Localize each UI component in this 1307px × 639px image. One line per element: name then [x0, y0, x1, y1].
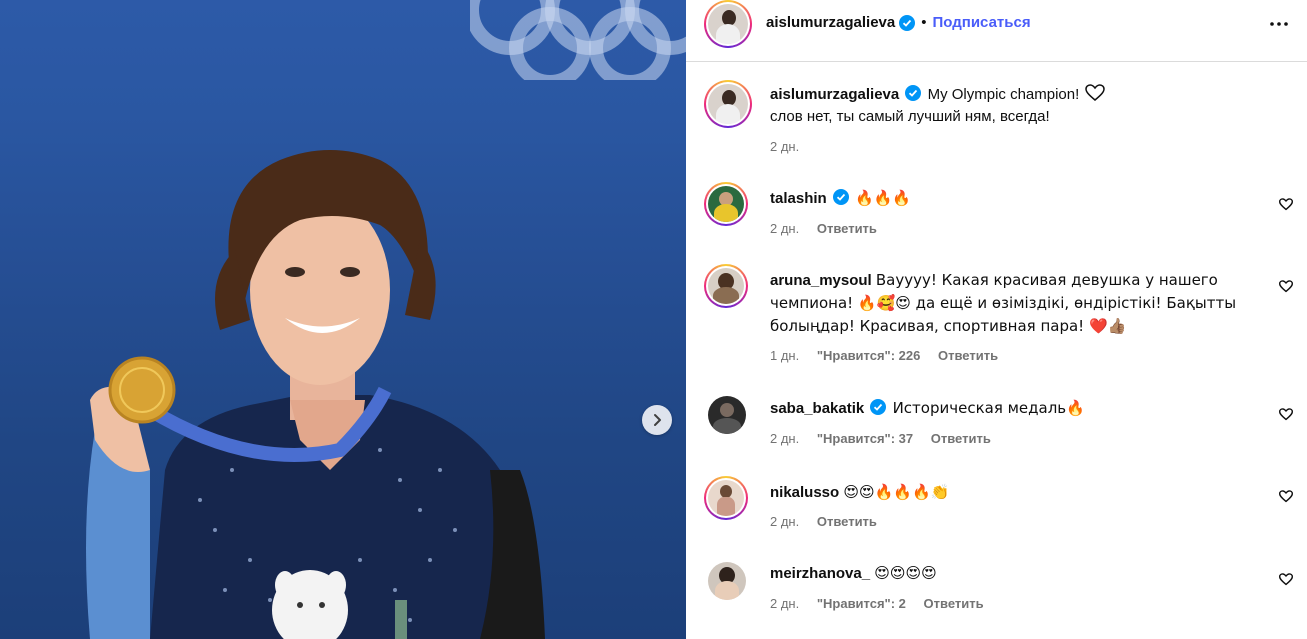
comment-body-line-3: болыңдар! Красивая, спортивная пара! ❤️👍…: [770, 317, 1127, 335]
separator-dot: •: [921, 14, 927, 31]
comment-age: 2 дн.: [770, 431, 800, 446]
post-header: aislumurzagalieva • Подписаться: [686, 0, 1307, 62]
comment-text: aruna_mysoul Вауууу! Какая красивая деву…: [770, 269, 1236, 338]
caption-line-1: My Olympic champion!: [927, 86, 1080, 103]
follow-button[interactable]: Подписаться: [933, 14, 1031, 31]
author-avatar-ring[interactable]: [704, 0, 752, 48]
caption-text: aislumurzagalieva My Olympic champion! с…: [770, 84, 1106, 128]
commenter-avatar-ring[interactable]: [704, 476, 748, 520]
reply-button[interactable]: Ответить: [938, 348, 998, 363]
commenter-avatar: [708, 268, 744, 304]
post-caption: aislumurzagalieva My Olympic champion! с…: [686, 80, 1307, 160]
reply-button[interactable]: Ответить: [817, 514, 877, 529]
caption-line-2: слов нет, ты самый лучший ням, всегда!: [770, 108, 1050, 125]
next-slide-button[interactable]: [642, 405, 672, 435]
comment-text: talashin 🔥🔥🔥: [770, 187, 911, 210]
heart-outline-icon: [1085, 84, 1106, 101]
author-username[interactable]: aislumurzagalieva: [766, 14, 895, 31]
verified-badge-icon: [899, 14, 916, 31]
comment-body: 😍😍😍😍: [874, 564, 937, 582]
comment-meta: 2 дн. "Нравится": 37 Ответить: [770, 431, 1005, 446]
heart-outline-icon[interactable]: [1279, 280, 1293, 293]
commenter-avatar-ring[interactable]: [704, 182, 748, 226]
comment-body: 😍😍🔥🔥🔥👏: [843, 483, 950, 501]
reply-button[interactable]: Ответить: [924, 596, 984, 611]
like-count[interactable]: "Нравится": 2: [817, 596, 906, 611]
caption-meta: 2 дн.: [770, 139, 813, 154]
like-count[interactable]: "Нравится": 37: [817, 431, 913, 446]
caption-avatar-ring[interactable]: [704, 80, 752, 128]
heart-outline-icon[interactable]: [1279, 408, 1293, 421]
commenter-avatar[interactable]: [708, 396, 746, 434]
commenter-avatar[interactable]: [708, 562, 746, 600]
comment-age: 2 дн.: [770, 221, 800, 236]
author-avatar: [708, 4, 748, 44]
caption-avatar: [708, 84, 748, 124]
reply-button[interactable]: Ответить: [817, 221, 877, 236]
comment-body: 🔥🔥🔥: [855, 189, 912, 207]
caption-age: 2 дн.: [770, 139, 800, 154]
comment-body-line-1: Вауууу! Какая красивая девушка у нашего: [875, 271, 1218, 289]
comment-username[interactable]: talashin: [770, 190, 827, 207]
comment-age: 2 дн.: [770, 596, 800, 611]
post-media[interactable]: [0, 0, 686, 639]
comment-meta: 2 дн. "Нравится": 2 Ответить: [770, 596, 998, 611]
heart-outline-icon[interactable]: [1279, 198, 1293, 211]
comment-username[interactable]: meirzhanova_: [770, 565, 870, 582]
skater-photo: [86, 150, 545, 639]
comment-username[interactable]: saba_bakatik: [770, 400, 864, 417]
verified-badge-icon: [905, 85, 922, 101]
comment-item: aruna_mysoul Вауууу! Какая красивая деву…: [686, 264, 1307, 364]
comment-age: 2 дн.: [770, 514, 800, 529]
comment-item: nikalusso 😍😍🔥🔥🔥👏 2 дн. Ответить: [686, 476, 1307, 536]
comment-text: saba_bakatik Историческая медаль🔥: [770, 397, 1085, 420]
comment-meta: 2 дн. Ответить: [770, 514, 891, 529]
comment-item: meirzhanova_ 😍😍😍😍 2 дн. "Нравится": 2 От…: [686, 560, 1307, 620]
comment-body: Историческая медаль🔥: [892, 399, 1085, 417]
post-sidebar: aislumurzagalieva • Подписаться aislumur…: [686, 0, 1307, 639]
comment-item: saba_bakatik Историческая медаль🔥 2 дн. …: [686, 394, 1307, 454]
commenter-avatar: [708, 186, 744, 222]
heart-outline-icon[interactable]: [1279, 490, 1293, 503]
commenter-avatar: [708, 480, 744, 516]
comment-item: talashin 🔥🔥🔥 2 дн. Ответить: [686, 182, 1307, 242]
like-count[interactable]: "Нравится": 226: [817, 348, 921, 363]
comment-username[interactable]: aruna_mysoul: [770, 272, 872, 289]
comment-text: meirzhanova_ 😍😍😍😍: [770, 562, 937, 585]
comment-text: nikalusso 😍😍🔥🔥🔥👏: [770, 481, 949, 504]
chevron-right-icon: [654, 414, 661, 426]
comment-username[interactable]: nikalusso: [770, 484, 839, 501]
caption-username[interactable]: aislumurzagalieva: [770, 86, 899, 103]
commenter-avatar-ring[interactable]: [704, 264, 748, 308]
comment-meta: 2 дн. Ответить: [770, 221, 891, 236]
more-horizontal-icon[interactable]: [1269, 14, 1289, 34]
comment-body-line-2: чемпиона! 🔥🥰😍 да ещё и өзіміздікі, өндір…: [770, 294, 1237, 312]
comment-meta: 1 дн. "Нравится": 226 Ответить: [770, 348, 1012, 363]
heart-outline-icon[interactable]: [1279, 573, 1293, 586]
verified-badge-icon: [832, 189, 849, 205]
verified-badge-icon: [870, 399, 887, 415]
reply-button[interactable]: Ответить: [931, 431, 991, 446]
comment-age: 1 дн.: [770, 348, 800, 363]
